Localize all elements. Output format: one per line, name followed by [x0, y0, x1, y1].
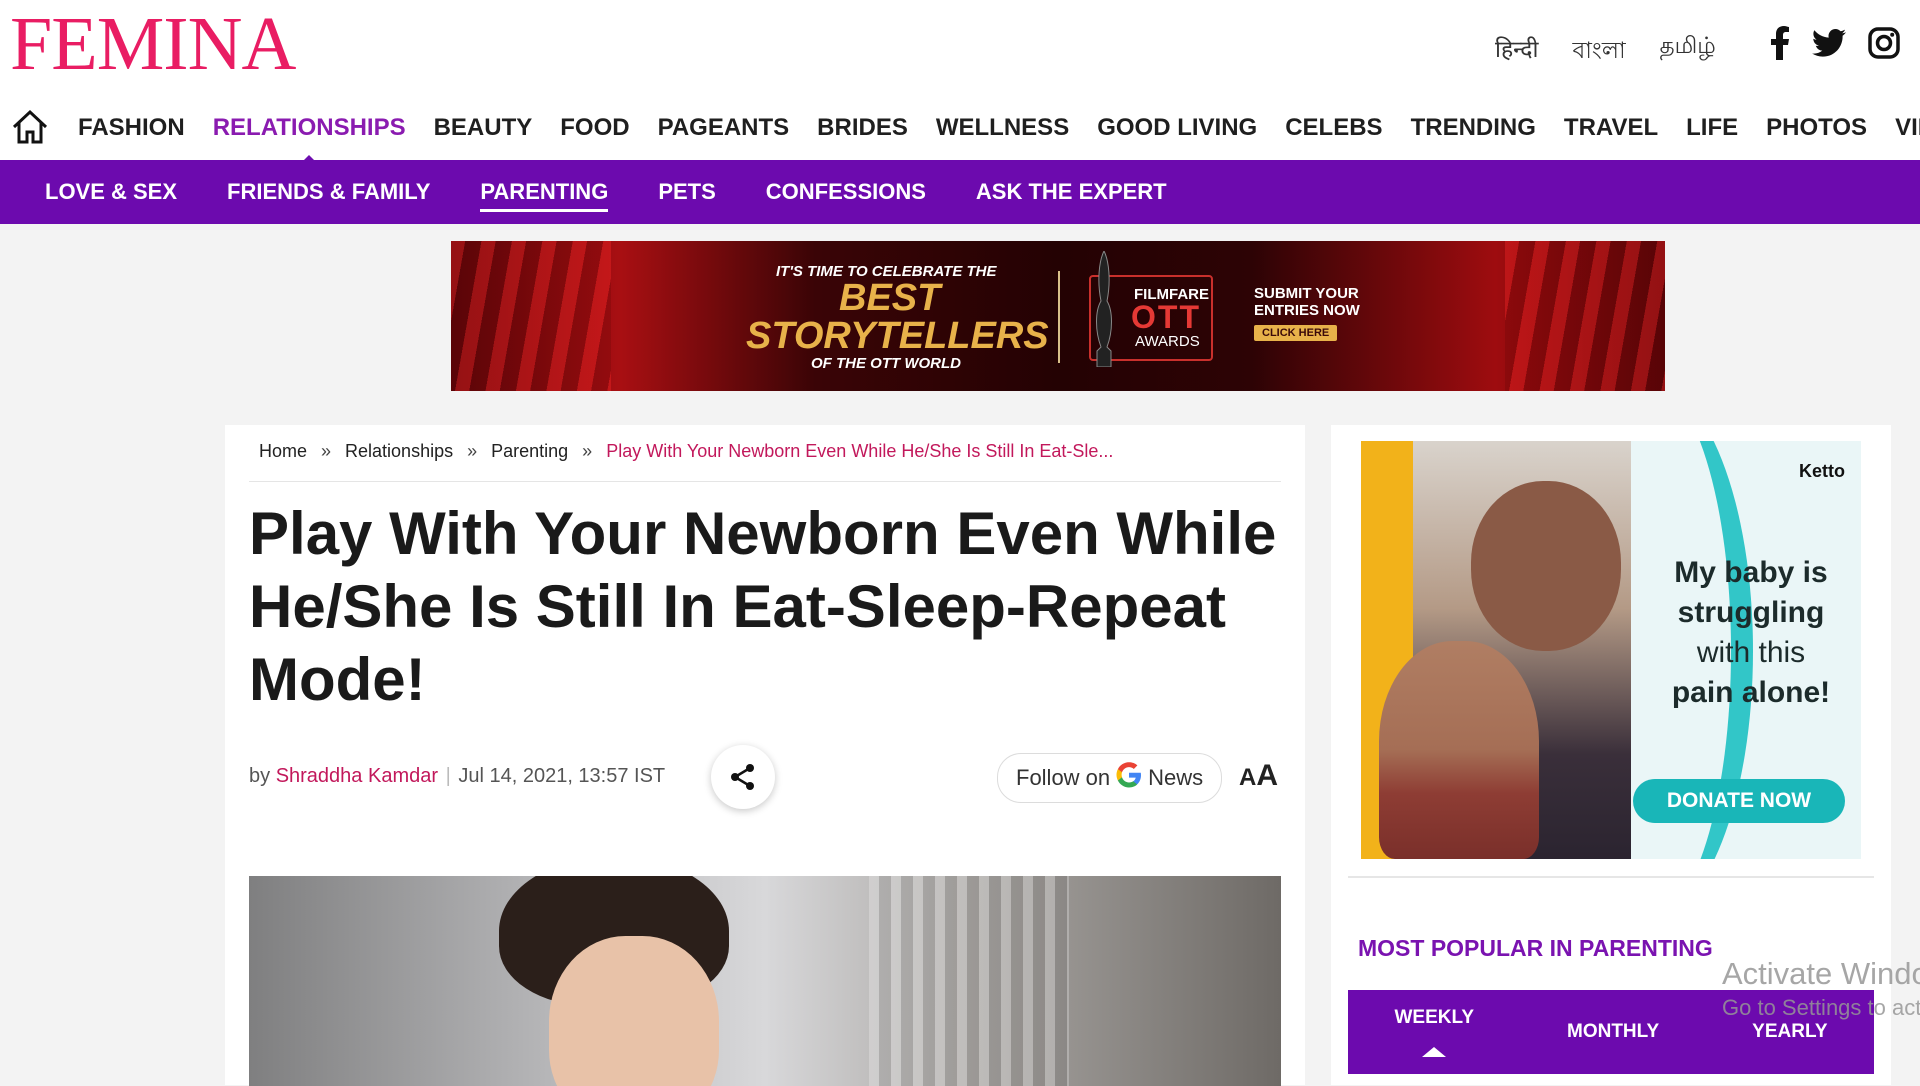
- article-date: Jul 14, 2021, 13:57 IST: [458, 765, 666, 787]
- banner-cta: SUBMIT YOUR ENTRIES NOW: [1254, 285, 1360, 319]
- ketto-logo: Ketto: [1799, 461, 1845, 481]
- tab-yearly[interactable]: YEARLY: [1752, 1021, 1827, 1043]
- nav-item-relationships[interactable]: RELATIONSHIPS: [213, 114, 406, 164]
- breadcrumb: Home » Relationships » Parenting » Play …: [259, 441, 1259, 462]
- byline-by: by: [249, 765, 271, 787]
- nav-item-fashion[interactable]: FASHION: [78, 114, 185, 142]
- banner-click-here-button[interactable]: CLICK HERE: [1254, 325, 1338, 341]
- byline-pipe: |: [445, 765, 451, 787]
- ad-message: My baby is struggling with this pain alo…: [1651, 553, 1851, 713]
- breadcrumb-separator: »: [582, 441, 593, 461]
- breadcrumb-relationships[interactable]: Relationships: [345, 441, 453, 462]
- language-switcher: हिन्दी বাংলা தமிழ்: [1495, 32, 1716, 71]
- breadcrumb-parenting[interactable]: Parenting: [491, 441, 568, 462]
- ad-line-1: My baby is: [1674, 556, 1828, 589]
- article-card: Home » Relationships » Parenting » Play …: [225, 425, 1305, 1086]
- nav-item-good-living[interactable]: GOOD LIVING: [1097, 114, 1257, 142]
- breadcrumb-separator: »: [467, 441, 478, 461]
- tab-monthly[interactable]: MONTHLY: [1567, 1021, 1659, 1043]
- breadcrumb-divider: [249, 481, 1281, 482]
- sub-nav-items: LOVE & SEX FRIENDS & FAMILY PARENTING PE…: [45, 179, 1167, 212]
- banner-line-3: STORYTELLERS: [746, 315, 1049, 357]
- banner-ott: OTT: [1131, 299, 1201, 335]
- femina-logo[interactable]: FEMINA: [10, 2, 296, 86]
- banner-line-2: BEST: [839, 277, 941, 319]
- ketto-donation-ad[interactable]: Ketto My baby is struggling with this pa…: [1361, 441, 1861, 859]
- subnav-item-ask-the-expert[interactable]: ASK THE EXPERT: [976, 179, 1167, 212]
- follow-google-news-button[interactable]: Follow on News: [997, 753, 1223, 803]
- banner-curtain-right: [1505, 241, 1665, 391]
- breadcrumb-home[interactable]: Home: [259, 441, 307, 462]
- nav-item-brides[interactable]: BRIDES: [817, 114, 908, 142]
- site-header: FEMINA हिन्दी বাংলা தமிழ்: [0, 0, 1920, 96]
- nav-item-food[interactable]: FOOD: [560, 114, 629, 142]
- article-hero-image: [249, 876, 1281, 1086]
- subnav-item-love-sex[interactable]: LOVE & SEX: [45, 179, 177, 212]
- share-icon: [731, 764, 754, 790]
- banner-divider: [1058, 271, 1060, 363]
- share-button[interactable]: [711, 745, 775, 809]
- social-links: [1770, 26, 1900, 60]
- hero-figure-face: [549, 936, 719, 1086]
- donate-now-button[interactable]: DONATE NOW: [1633, 779, 1845, 823]
- banner-curtain-left: [451, 241, 611, 391]
- tab-weekly[interactable]: WEEKLY: [1394, 1007, 1474, 1057]
- lang-bangla-link[interactable]: বাংলা: [1572, 32, 1625, 71]
- subnav-item-parenting[interactable]: PARENTING: [480, 179, 609, 212]
- breadcrumb-separator: »: [321, 441, 332, 461]
- subnav-item-confessions[interactable]: CONFESSIONS: [766, 179, 926, 212]
- twitter-icon[interactable]: [1812, 29, 1846, 57]
- home-icon[interactable]: [10, 108, 50, 151]
- ad-line-4: pain alone!: [1671, 676, 1831, 709]
- article-byline: by Shraddha Kamdar | Jul 14, 2021, 13:57…: [249, 765, 665, 788]
- lang-tamil-link[interactable]: தமிழ்: [1660, 32, 1716, 71]
- main-nav-items: FASHION RELATIONSHIPS BEAUTY FOOD PAGEAN…: [78, 114, 1920, 164]
- font-size-small-a: A: [1239, 764, 1257, 791]
- nav-item-celebs[interactable]: CELEBS: [1285, 114, 1382, 142]
- ad-line-3: with this: [1696, 636, 1806, 669]
- nav-item-wellness[interactable]: WELLNESS: [936, 114, 1069, 142]
- follow-label: Follow on: [1016, 765, 1111, 790]
- banner-awards: AWARDS: [1135, 333, 1200, 350]
- nav-item-travel[interactable]: TRAVEL: [1564, 114, 1658, 142]
- hero-curtain: [869, 876, 1069, 1086]
- article-title: Play With Your Newborn Even While He/She…: [249, 500, 1277, 713]
- watermark-line-1: Activate Windows: [1722, 956, 1920, 991]
- subnav-item-friends-family[interactable]: FRIENDS & FAMILY: [227, 179, 430, 212]
- facebook-icon[interactable]: [1770, 26, 1790, 60]
- breadcrumb-current: Play With Your Newborn Even While He/She…: [606, 441, 1114, 461]
- nav-item-photos[interactable]: PHOTOS: [1766, 114, 1867, 142]
- ad-child-figure: [1379, 641, 1539, 859]
- author-link[interactable]: Shraddha Kamdar: [276, 765, 438, 787]
- banner-line-4: OF THE OTT WORLD: [811, 355, 961, 372]
- sub-navigation: LOVE & SEX FRIENDS & FAMILY PARENTING PE…: [0, 160, 1920, 224]
- nav-item-videos[interactable]: VIDEOS: [1895, 114, 1920, 142]
- main-navigation: FASHION RELATIONSHIPS BEAUTY FOOD PAGEAN…: [0, 96, 1920, 164]
- font-size-large-a: A: [1256, 759, 1279, 792]
- watermark-line-2: Go to Settings to activate Windows.: [1722, 995, 1920, 1020]
- most-popular-title: MOST POPULAR IN PARENTING: [1358, 935, 1713, 961]
- nav-item-pageants[interactable]: PAGEANTS: [658, 114, 790, 142]
- nav-item-life[interactable]: LIFE: [1686, 114, 1738, 142]
- sidebar-divider: [1348, 876, 1874, 878]
- nav-item-beauty[interactable]: BEAUTY: [434, 114, 533, 142]
- nav-item-trending[interactable]: TRENDING: [1411, 114, 1536, 142]
- trophy-icon: [1096, 251, 1112, 367]
- activate-windows-watermark: Activate Windows Go to Settings to activ…: [1722, 955, 1920, 1023]
- follow-news-label: News: [1148, 765, 1204, 790]
- lang-hindi-link[interactable]: हिन्दी: [1495, 32, 1538, 71]
- subnav-item-pets[interactable]: PETS: [658, 179, 715, 212]
- font-size-toggle[interactable]: AA: [1239, 759, 1278, 793]
- instagram-icon[interactable]: [1868, 27, 1900, 59]
- google-g-icon: [1116, 761, 1142, 795]
- ad-line-2: struggling: [1677, 596, 1825, 629]
- filmfare-ott-banner-ad[interactable]: IT'S TIME TO CELEBRATE THE BEST STORYTEL…: [451, 241, 1665, 391]
